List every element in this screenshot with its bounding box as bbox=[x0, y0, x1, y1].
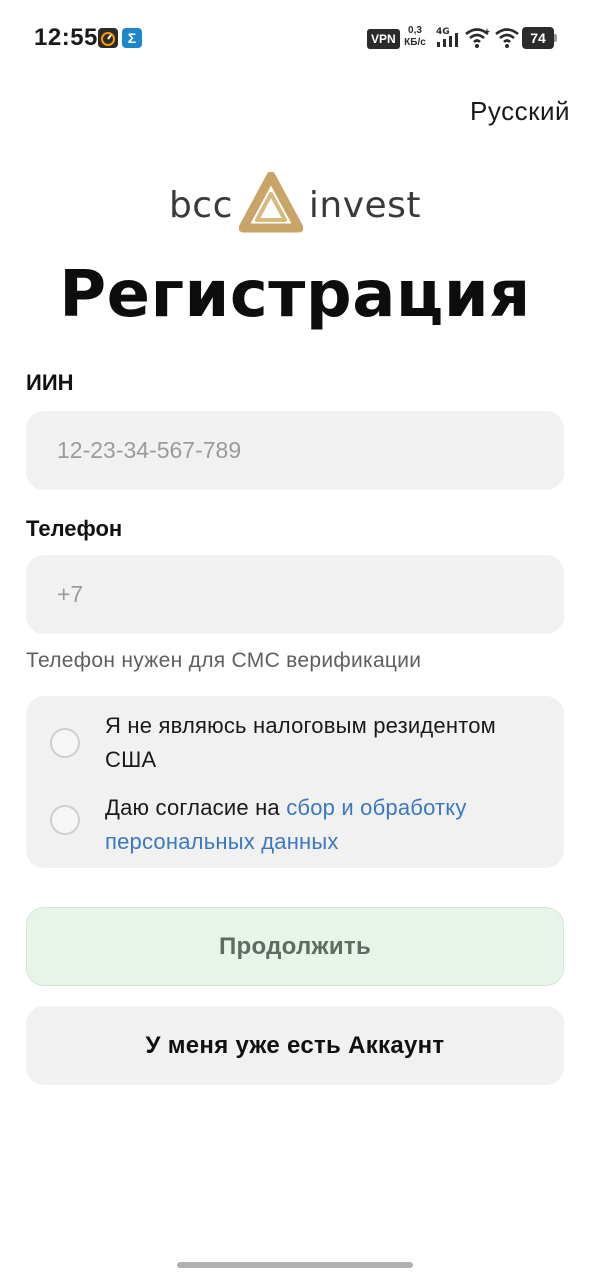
phone-label: Телефон bbox=[26, 516, 123, 541]
vpn-badge: VPN bbox=[367, 29, 400, 49]
speedometer-app-icon bbox=[98, 28, 118, 48]
consent-personal-text: Даю согласие на сбор и обработку персона… bbox=[105, 791, 545, 859]
status-bar: 12:55 Σ VPN 0,3 КБ/с 4G + 74 bbox=[0, 0, 590, 80]
home-indicator[interactable] bbox=[177, 1262, 413, 1268]
phone-hint: Телефон нужен для СМС верификации bbox=[26, 649, 422, 672]
consent-tax-text: Я не являюсь налоговым резидентом США bbox=[105, 713, 497, 772]
battery-level: 74 bbox=[522, 27, 554, 49]
phone-input[interactable] bbox=[26, 555, 564, 634]
wifi-icon: + bbox=[464, 26, 490, 55]
status-time: 12:55 bbox=[34, 24, 98, 51]
page-title: Регистрация bbox=[59, 258, 531, 332]
brand-logo: bcc invest bbox=[0, 171, 590, 239]
consent-personal-radio[interactable] bbox=[50, 805, 80, 835]
consents-panel: Я не являюсь налоговым резидентом США Да… bbox=[26, 696, 564, 868]
iin-input[interactable] bbox=[26, 411, 564, 490]
svg-text:+: + bbox=[484, 27, 490, 38]
network-type-label: 4G bbox=[436, 27, 450, 37]
have-account-button[interactable]: У меня уже есть Аккаунт bbox=[26, 1006, 564, 1085]
sigma-app-icon: Σ bbox=[122, 28, 142, 48]
net-speed-unit: КБ/с bbox=[404, 37, 426, 48]
wifi-icon-2 bbox=[494, 26, 520, 55]
consent-personal-prefix: Даю согласие на bbox=[105, 795, 287, 820]
logo-text-invest: invest bbox=[308, 184, 422, 226]
net-speed: 0,3 КБ/с bbox=[401, 25, 429, 49]
iin-label: ИИН bbox=[26, 370, 74, 395]
battery-icon: 74 bbox=[522, 27, 558, 49]
logo-text-bcc: bcc bbox=[168, 184, 233, 226]
language-selector[interactable]: Русский bbox=[470, 96, 570, 127]
net-speed-value: 0,3 bbox=[408, 25, 422, 36]
consent-tax-radio[interactable] bbox=[50, 728, 80, 758]
cellular-signal-icon: 4G bbox=[436, 26, 460, 55]
continue-button[interactable]: Продолжить bbox=[26, 907, 564, 986]
logo-triangle-icon bbox=[238, 171, 304, 239]
